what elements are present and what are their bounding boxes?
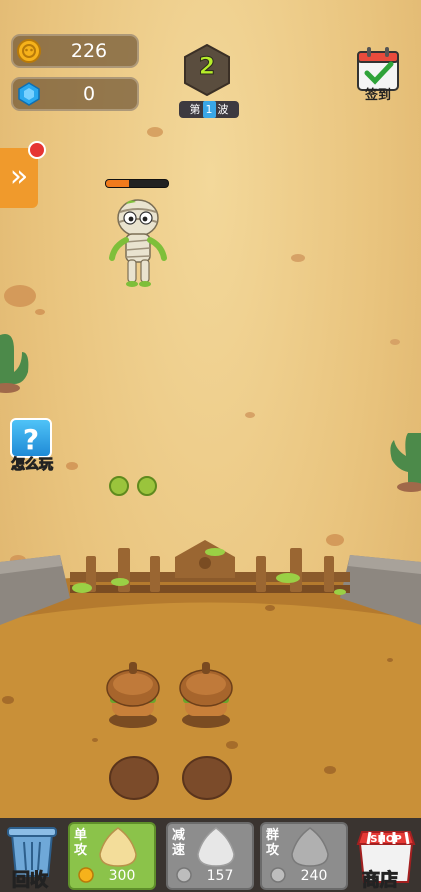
- gem-value: 0: [82, 83, 96, 105]
- empty-plot-1[interactable]: [108, 755, 160, 801]
- slow-tower-icon: [197, 827, 235, 867]
- mummy-enemy: [109, 199, 167, 287]
- game-screen: 226 0 2 第1波 签到 » ? 怎么玩 回收 单攻 300 减速 157 …: [0, 0, 421, 892]
- single-attack-tower-icon: [99, 827, 137, 867]
- slot-tag: 单攻: [74, 828, 88, 858]
- coin-icon: [270, 867, 286, 883]
- enemy-health-bar: [105, 179, 169, 188]
- coin-counter: 226: [11, 34, 139, 68]
- slot-cost: 300: [108, 868, 136, 884]
- gem-counter: 0: [11, 77, 139, 111]
- slot-tag: 群攻: [266, 828, 280, 858]
- recycle-label[interactable]: 回收: [12, 866, 49, 892]
- help-label[interactable]: 怎么玩: [4, 454, 60, 474]
- coin-icon: [176, 867, 192, 883]
- slot-cost: 157: [206, 868, 234, 884]
- projectiles: [109, 476, 157, 496]
- wave-prefix: 第: [189, 103, 201, 116]
- wave-suffix: 波: [217, 103, 229, 116]
- gem-icon: [18, 82, 40, 106]
- notification-dot: [28, 141, 46, 159]
- checkin-label[interactable]: 签到: [352, 84, 404, 103]
- coin-value: 226: [70, 40, 108, 62]
- shop-sign-text: SHOP: [370, 834, 401, 845]
- tower-slot-slow[interactable]: 减速 157: [166, 822, 254, 890]
- enemy-health-fill: [106, 180, 129, 187]
- shop-label[interactable]: 商店: [362, 866, 399, 892]
- wave-index: 1: [202, 101, 216, 118]
- question-mark-icon: ?: [22, 423, 40, 456]
- help-button[interactable]: ?: [10, 418, 52, 458]
- coin-icon: [17, 39, 41, 63]
- wave-label: 第1波: [179, 101, 239, 118]
- slot-cost: 240: [300, 868, 328, 884]
- empty-plot-2[interactable]: [181, 755, 233, 801]
- slot-tag: 减速: [172, 828, 186, 858]
- double-chevron-right-icon: »: [9, 159, 29, 194]
- acorn-tower-2[interactable]: [177, 658, 235, 730]
- tower-slot-single-attack[interactable]: 单攻 300: [68, 822, 156, 890]
- acorn-tower-1[interactable]: [104, 658, 162, 730]
- group-attack-tower-icon: [291, 827, 329, 867]
- coin-icon: [78, 867, 94, 883]
- tower-slot-group-attack[interactable]: 群攻 240: [260, 822, 348, 890]
- wave-number: 2: [198, 52, 216, 81]
